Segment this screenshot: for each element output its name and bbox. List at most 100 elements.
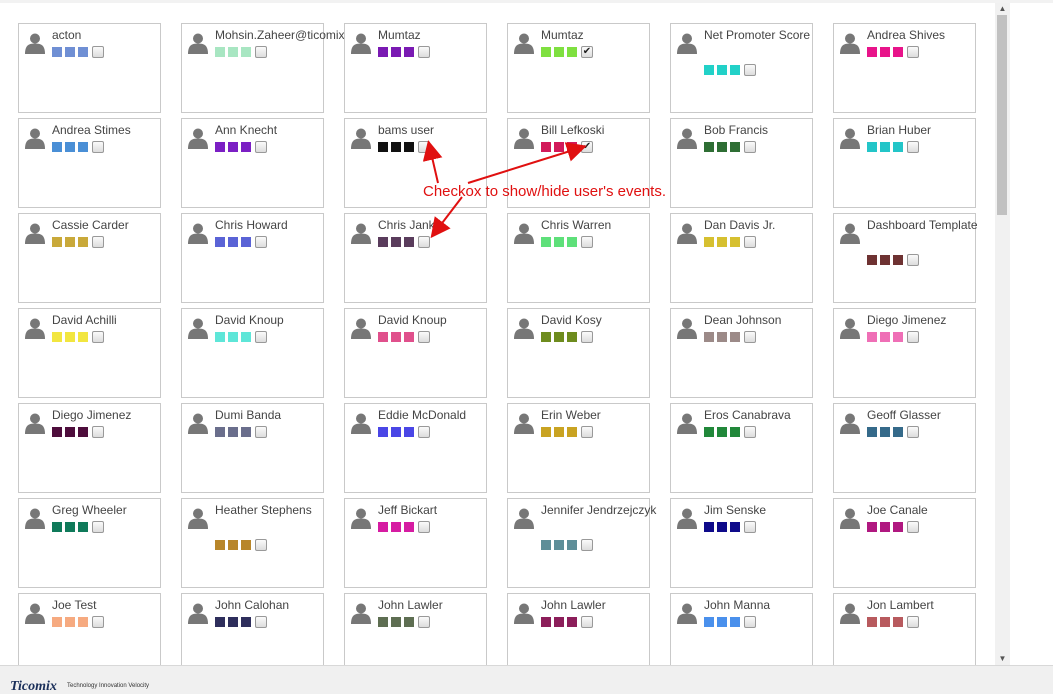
color-swatch xyxy=(541,142,551,152)
color-swatch xyxy=(65,332,75,342)
user-card: John Lawler xyxy=(507,593,650,665)
user-card: Andrea Shives xyxy=(833,23,976,113)
show-events-checkbox[interactable] xyxy=(418,331,430,343)
color-swatch xyxy=(880,332,890,342)
show-events-checkbox[interactable] xyxy=(581,616,593,628)
scrollbar-thumb[interactable] xyxy=(997,15,1007,215)
show-events-checkbox[interactable] xyxy=(92,236,104,248)
show-events-checkbox[interactable] xyxy=(744,426,756,438)
user-avatar-icon xyxy=(840,222,860,244)
right-margin xyxy=(1010,3,1053,665)
color-swatch xyxy=(404,142,414,152)
show-events-checkbox[interactable] xyxy=(92,46,104,58)
show-events-checkbox[interactable] xyxy=(907,616,919,628)
user-card: Mumtaz xyxy=(344,23,487,113)
color-swatch xyxy=(241,427,251,437)
color-swatch xyxy=(893,332,903,342)
show-events-checkbox[interactable]: ✔ xyxy=(581,46,593,58)
show-events-checkbox[interactable] xyxy=(255,426,267,438)
color-swatch xyxy=(65,427,75,437)
show-events-checkbox[interactable] xyxy=(92,616,104,628)
user-name: Dumi Banda xyxy=(215,408,282,422)
user-avatar-icon xyxy=(25,507,45,529)
show-events-checkbox[interactable] xyxy=(255,616,267,628)
user-avatar-icon xyxy=(514,127,534,149)
color-swatch xyxy=(541,237,551,247)
show-events-checkbox[interactable] xyxy=(581,331,593,343)
color-swatch xyxy=(52,237,62,247)
color-swatch xyxy=(404,522,414,532)
user-name: John Lawler xyxy=(378,598,443,612)
user-card: John Calohan xyxy=(181,593,324,665)
color-swatch xyxy=(52,427,62,437)
show-events-checkbox[interactable] xyxy=(744,331,756,343)
vertical-scrollbar[interactable]: ▲ ▼ xyxy=(995,3,1010,665)
show-events-checkbox[interactable] xyxy=(418,521,430,533)
color-swatch xyxy=(391,522,401,532)
color-swatch xyxy=(893,142,903,152)
user-card: Geoff Glasser xyxy=(833,403,976,493)
show-events-checkbox[interactable] xyxy=(744,616,756,628)
show-events-checkbox[interactable] xyxy=(418,141,430,153)
color-swatch xyxy=(730,522,740,532)
user-name: Jon Lambert xyxy=(867,598,934,612)
user-name: John Calohan xyxy=(215,598,290,612)
show-events-checkbox[interactable] xyxy=(907,46,919,58)
user-card: Jim Senske xyxy=(670,498,813,588)
scroll-down-icon[interactable]: ▼ xyxy=(995,653,1010,665)
color-swatch xyxy=(78,617,88,627)
user-color-swatches xyxy=(378,426,430,438)
show-events-checkbox[interactable] xyxy=(92,141,104,153)
show-events-checkbox[interactable] xyxy=(92,426,104,438)
color-swatch xyxy=(893,47,903,57)
show-events-checkbox[interactable] xyxy=(907,141,919,153)
show-events-checkbox[interactable] xyxy=(255,46,267,58)
show-events-checkbox[interactable] xyxy=(581,426,593,438)
show-events-checkbox[interactable] xyxy=(418,426,430,438)
color-swatch xyxy=(880,47,890,57)
color-swatch xyxy=(215,427,225,437)
user-color-swatches xyxy=(215,331,267,343)
user-color-swatches xyxy=(704,616,756,628)
show-events-checkbox[interactable] xyxy=(744,141,756,153)
show-events-checkbox[interactable] xyxy=(418,46,430,58)
user-name: Heather Stephens xyxy=(215,503,312,517)
show-events-checkbox[interactable] xyxy=(92,521,104,533)
user-name: bams user xyxy=(378,123,435,137)
scroll-up-icon[interactable]: ▲ xyxy=(995,3,1010,15)
color-swatch xyxy=(78,522,88,532)
user-color-swatches xyxy=(867,141,919,153)
user-avatar-icon xyxy=(840,317,860,339)
user-name: Ann Knecht xyxy=(215,123,278,137)
user-card: Dan Davis Jr. xyxy=(670,213,813,303)
show-events-checkbox[interactable] xyxy=(418,616,430,628)
user-avatar-icon xyxy=(188,127,208,149)
user-name: John Lawler xyxy=(541,598,606,612)
show-events-checkbox[interactable] xyxy=(255,331,267,343)
show-events-checkbox[interactable]: ✔ xyxy=(581,141,593,153)
color-swatch xyxy=(567,617,577,627)
show-events-checkbox[interactable] xyxy=(581,236,593,248)
show-events-checkbox[interactable] xyxy=(744,521,756,533)
color-swatch xyxy=(704,237,714,247)
show-events-checkbox[interactable] xyxy=(418,236,430,248)
show-events-checkbox[interactable] xyxy=(744,64,756,76)
show-events-checkbox[interactable] xyxy=(907,331,919,343)
show-events-checkbox[interactable] xyxy=(744,236,756,248)
color-swatch xyxy=(404,332,414,342)
show-events-checkbox[interactable] xyxy=(907,426,919,438)
show-events-checkbox[interactable] xyxy=(581,539,593,551)
color-swatch xyxy=(541,617,551,627)
show-events-checkbox[interactable] xyxy=(255,236,267,248)
color-swatch xyxy=(78,427,88,437)
show-events-checkbox[interactable] xyxy=(92,331,104,343)
user-color-swatches xyxy=(52,46,104,58)
show-events-checkbox[interactable] xyxy=(255,539,267,551)
color-swatch xyxy=(215,617,225,627)
color-swatch xyxy=(730,427,740,437)
show-events-checkbox[interactable] xyxy=(907,254,919,266)
color-swatch xyxy=(717,332,727,342)
user-color-swatches: ✔ xyxy=(541,46,593,58)
show-events-checkbox[interactable] xyxy=(255,141,267,153)
show-events-checkbox[interactable] xyxy=(907,521,919,533)
